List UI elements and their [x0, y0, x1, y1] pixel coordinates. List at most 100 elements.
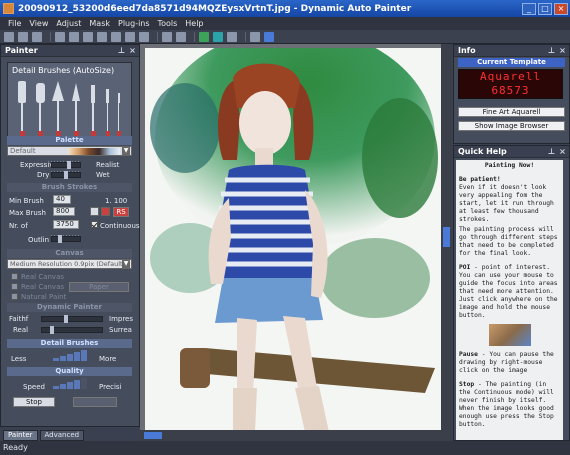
paste-icon[interactable]	[69, 31, 79, 42]
palette-select-value: Default	[10, 147, 36, 155]
scroll-thumb[interactable]	[443, 227, 450, 247]
painting-artwork[interactable]	[145, 48, 441, 432]
natural-paint-checkbox[interactable]	[11, 293, 18, 300]
continuous-label: Continuous	[100, 222, 140, 230]
vertical-scrollbar[interactable]	[441, 44, 452, 441]
real-canvas-b-checkbox[interactable]	[11, 283, 18, 290]
detail-brushes-section-header[interactable]: Detail Brushes	[7, 339, 132, 348]
menu-file[interactable]: File	[8, 19, 21, 28]
copy-icon[interactable]	[55, 31, 65, 42]
new-icon[interactable]	[4, 31, 14, 42]
quick-help-content: Painting Now! Be patient! Even if it doe…	[456, 160, 563, 440]
brushes-icon	[18, 81, 121, 137]
pin-icon[interactable]: ⊥	[547, 147, 556, 156]
slider-thumb[interactable]	[64, 171, 68, 179]
quality-level-bars[interactable]	[53, 377, 93, 389]
faithful-slider[interactable]	[41, 315, 103, 323]
close-button[interactable]: ×	[554, 2, 568, 15]
help-p4: Pause - You can pause the drawing by rig…	[459, 351, 560, 375]
max-brush-field[interactable]: 800	[53, 207, 75, 216]
window-title: 20090912_53200d6eed7da8571d94MQZEysxVrtn…	[18, 3, 412, 14]
slider-thumb[interactable]	[50, 326, 54, 334]
less-label: Less	[11, 355, 27, 363]
brush-icon[interactable]	[176, 31, 186, 42]
dry-label: Dry	[37, 171, 50, 179]
mask-icon[interactable]	[162, 31, 172, 42]
fit-icon[interactable]	[125, 31, 135, 42]
precision-label: Precisi	[99, 383, 122, 391]
led-top-text: Aquarell	[480, 70, 541, 83]
slider-thumb[interactable]	[67, 161, 71, 169]
wetness-slider[interactable]	[51, 171, 81, 179]
canvas-select[interactable]: Medium Resolution 0.9pix (Default) ▼	[7, 259, 132, 269]
tab-advanced[interactable]: Advanced	[39, 430, 85, 441]
zoom-out-icon[interactable]	[111, 31, 121, 42]
maximize-button[interactable]: □	[538, 2, 552, 15]
zoom-in-icon[interactable]	[97, 31, 107, 42]
faded-button[interactable]: Faded	[73, 397, 117, 407]
actual-size-icon[interactable]	[139, 31, 149, 42]
close-panel-icon[interactable]: ×	[558, 46, 567, 55]
stop-button[interactable]: Stop	[13, 397, 55, 407]
stop-icon[interactable]	[227, 31, 237, 42]
globe-icon[interactable]	[264, 31, 274, 42]
outline-slider[interactable]	[51, 235, 81, 243]
menu-help[interactable]: Help	[185, 19, 203, 28]
led-bottom-text: 68573	[491, 84, 530, 97]
scroll-thumb[interactable]	[144, 432, 162, 439]
help-p3: POI - point of interest. You can use you…	[459, 264, 560, 320]
min-brush-field[interactable]: 40	[53, 195, 71, 204]
painting-image[interactable]	[145, 48, 441, 432]
save-icon[interactable]	[32, 31, 42, 42]
brush-strokes-section-header[interactable]: Brush Strokes	[7, 183, 132, 192]
horizontal-scrollbar[interactable]	[140, 430, 441, 441]
real-slider[interactable]	[41, 326, 103, 334]
menu-adjust[interactable]: Adjust	[56, 19, 81, 28]
preset-box[interactable]: Detail Brushes (AutoSize)	[7, 62, 132, 142]
open-icon[interactable]	[18, 31, 28, 42]
tab-painter[interactable]: Painter	[3, 430, 38, 441]
palette-select[interactable]: Default ▼	[7, 146, 132, 156]
play-icon[interactable]	[199, 31, 209, 42]
show-image-browser-button[interactable]: Show Image Browser	[458, 121, 565, 131]
rs-button[interactable]: RS	[113, 207, 129, 217]
quick-help-panel: Quick Help ⊥ × Painting Now! Be patient!…	[453, 145, 570, 441]
color-toggle-button[interactable]	[90, 207, 99, 216]
template-name-button[interactable]: Fine Art Aquarell	[458, 107, 565, 117]
pause-icon[interactable]	[213, 31, 223, 42]
style-slider[interactable]	[51, 161, 81, 169]
quality-section-header[interactable]: Quality	[7, 367, 132, 376]
min-brush-label: Min Brush	[9, 197, 44, 205]
menu-view[interactable]: View	[29, 19, 48, 28]
continuous-checkbox[interactable]	[91, 221, 98, 228]
close-panel-icon[interactable]: ×	[128, 46, 137, 55]
paper-button[interactable]: Paper	[69, 282, 129, 292]
canvas-section-header[interactable]: Canvas	[7, 249, 132, 258]
menu-mask[interactable]: Mask	[89, 19, 110, 28]
toolbar	[0, 30, 570, 44]
nr-of-strokes-field[interactable]: 3750	[53, 220, 79, 229]
real-canvas-b-label: Real Canvas	[21, 283, 65, 291]
menu-tools[interactable]: Tools	[158, 19, 178, 28]
menu-plugins[interactable]: Plug-ins	[118, 19, 150, 28]
current-template-header: Current Template	[458, 58, 565, 67]
minimize-button[interactable]: _	[522, 2, 536, 15]
max-brush-label: Max Brush	[9, 209, 46, 217]
stroke-icon[interactable]	[101, 207, 110, 216]
refresh-icon[interactable]	[250, 31, 260, 42]
pin-icon[interactable]: ⊥	[117, 46, 126, 55]
pin-icon[interactable]: ⊥	[547, 46, 556, 55]
close-panel-icon[interactable]: ×	[558, 147, 567, 156]
slider-thumb[interactable]	[58, 235, 62, 243]
canvas-area[interactable]	[140, 44, 452, 441]
detail-level-bars[interactable]	[53, 349, 93, 361]
chevron-down-icon: ▼	[122, 260, 130, 268]
crop-icon[interactable]	[83, 31, 93, 42]
speed-label: Speed	[23, 383, 45, 391]
slider-thumb[interactable]	[64, 315, 68, 323]
palette-section-header[interactable]: Palette	[7, 136, 132, 145]
help-p2: The painting process will go through dif…	[459, 226, 558, 257]
toolbar-separator	[194, 31, 195, 42]
real-canvas-checkbox[interactable]	[11, 273, 18, 280]
dynamic-painter-section-header[interactable]: Dynamic Painter	[7, 303, 132, 312]
